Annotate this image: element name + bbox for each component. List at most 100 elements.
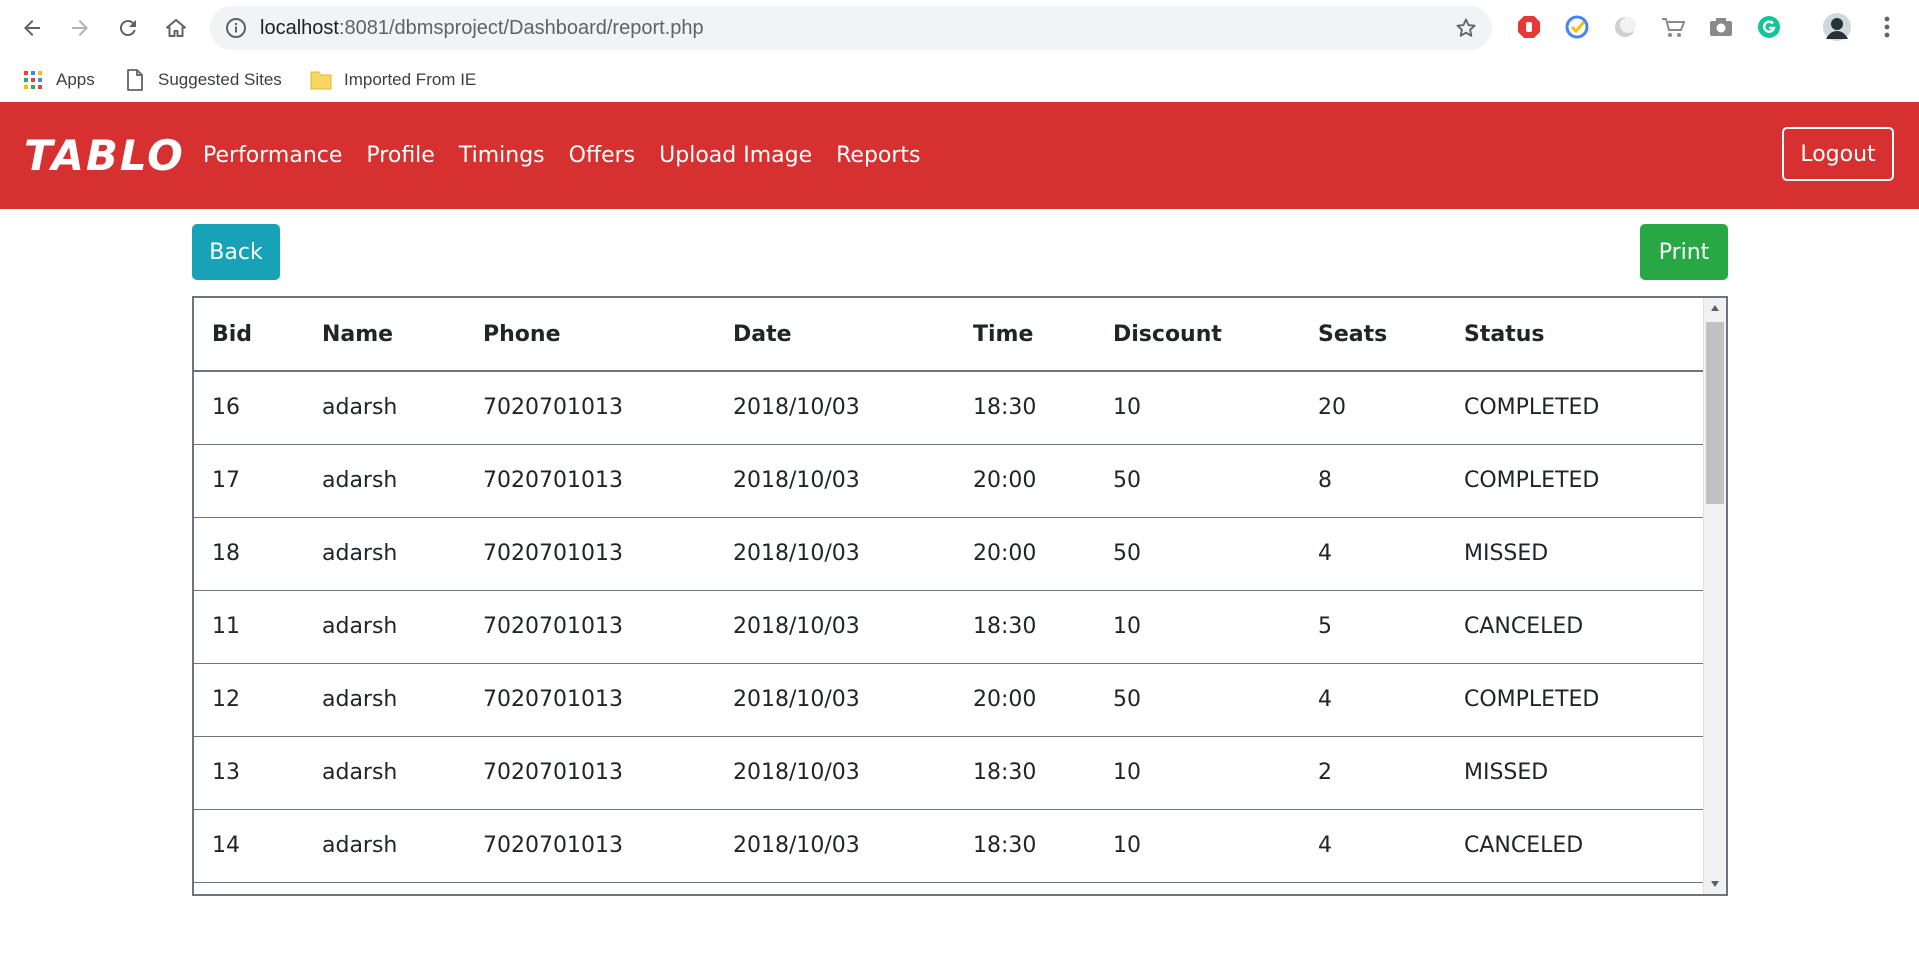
cell-seats: 5 [1300, 590, 1446, 664]
cell-date [715, 882, 955, 894]
cell-status: CANCELED [1446, 590, 1704, 664]
forward-arrow-icon[interactable] [62, 10, 98, 46]
cell-seats: 20 [1300, 371, 1446, 445]
cell-bid: 14 [194, 809, 304, 883]
cell-date: 2018/10/03 [715, 371, 955, 445]
cell-name: adarsh [304, 444, 465, 518]
table-scrollbar[interactable] [1703, 298, 1726, 894]
table-row: 13 adarsh 7020701013 2018/10/03 18:30 10… [194, 736, 1704, 810]
home-icon[interactable] [158, 10, 194, 46]
url-host: localhost [260, 17, 339, 39]
cell-bid: 17 [194, 444, 304, 518]
nav-link-upload-image[interactable]: Upload Image [659, 143, 812, 168]
moon-extension-icon[interactable] [1610, 12, 1640, 42]
table-row: 11 adarsh 7020701013 2018/10/03 18:30 10… [194, 590, 1704, 664]
cell-date: 2018/10/03 [715, 444, 955, 518]
cell-discount [1095, 882, 1300, 894]
cell-status: MISSED [1446, 736, 1704, 810]
info-icon[interactable] [224, 16, 248, 40]
cell-time: 18:30 [955, 590, 1095, 664]
column-header-time: Time [955, 298, 1095, 372]
cell-status: COMPLETED [1446, 444, 1704, 518]
camera-extension-icon[interactable] [1706, 12, 1736, 42]
reload-icon[interactable] [110, 10, 146, 46]
column-header-phone: Phone [465, 298, 715, 372]
cell-date: 2018/10/03 [715, 663, 955, 737]
cell-status: MISSED [1446, 517, 1704, 591]
cell-time: 20:00 [955, 663, 1095, 737]
nav-link-performance[interactable]: Performance [203, 143, 342, 168]
cell-bid: 11 [194, 590, 304, 664]
bookmark-apps[interactable]: Apps [22, 66, 95, 94]
report-table-container: Bid Name Phone Date Time Discount Seats … [192, 296, 1728, 896]
cell-discount: 10 [1095, 371, 1300, 445]
brand-logo[interactable]: TABLO [24, 102, 185, 209]
cell-seats: 8 [1300, 444, 1446, 518]
table-row: 14 adarsh 7020701013 2018/10/03 18:30 10… [194, 809, 1704, 883]
star-icon[interactable] [1452, 14, 1480, 42]
grammarly-extension-icon[interactable] [1754, 12, 1784, 42]
print-button[interactable]: Print [1640, 224, 1728, 280]
cell-date: 2018/10/03 [715, 736, 955, 810]
column-header-discount: Discount [1095, 298, 1300, 372]
cell-bid: 16 [194, 371, 304, 445]
cell-time: 18:30 [955, 809, 1095, 883]
cell-discount: 10 [1095, 736, 1300, 810]
cell-bid: 12 [194, 663, 304, 737]
adblock-extension-icon[interactable] [1514, 12, 1544, 42]
cell-name: adarsh [304, 371, 465, 445]
cell-seats: 4 [1300, 663, 1446, 737]
cell-phone: 7020701013 [465, 809, 715, 883]
bookmark-label: Suggested Sites [158, 70, 282, 89]
cell-bid: 18 [194, 517, 304, 591]
cell-status: CANCELED [1446, 809, 1704, 883]
logout-button[interactable]: Logout [1782, 127, 1894, 181]
cell-date: 2018/10/03 [715, 517, 955, 591]
cell-discount: 50 [1095, 517, 1300, 591]
cell-name [304, 882, 465, 894]
cell-phone [465, 882, 715, 894]
bookmark-suggested-sites[interactable]: Suggested Sites [124, 66, 282, 94]
back-button[interactable]: Back [192, 224, 280, 280]
table-row: 16 adarsh 7020701013 2018/10/03 18:30 10… [194, 371, 1704, 445]
cell-date: 2018/10/03 [715, 809, 955, 883]
task-check-extension-icon[interactable] [1562, 12, 1592, 42]
address-bar[interactable]: localhost:8081/dbmsproject/Dashboard/rep… [210, 6, 1492, 50]
column-header-name: Name [304, 298, 465, 372]
cart-extension-icon[interactable] [1658, 12, 1688, 42]
bookmark-label: Imported From IE [344, 70, 477, 89]
app-navbar: TABLO Performance Profile Timings Offers… [0, 102, 1919, 209]
cell-phone: 7020701013 [465, 736, 715, 810]
cell-status: COMPLETED [1446, 371, 1704, 445]
cell-phone: 7020701013 [465, 444, 715, 518]
cell-time: 18:30 [955, 736, 1095, 810]
cell-time: 18:30 [955, 371, 1095, 445]
nav-link-reports[interactable]: Reports [836, 143, 920, 168]
cell-bid: 13 [194, 736, 304, 810]
scrollbar-thumb[interactable] [1706, 322, 1724, 504]
nav-link-timings[interactable]: Timings [459, 143, 545, 168]
column-header-seats: Seats [1300, 298, 1446, 372]
nav-link-profile[interactable]: Profile [366, 143, 434, 168]
menu-kebab-icon[interactable] [1872, 12, 1902, 42]
cell-phone: 7020701013 [465, 590, 715, 664]
cell-discount: 50 [1095, 444, 1300, 518]
column-header-date: Date [715, 298, 955, 372]
cell-discount: 10 [1095, 809, 1300, 883]
cell-name: adarsh [304, 809, 465, 883]
report-table-viewport: Bid Name Phone Date Time Discount Seats … [194, 298, 1704, 894]
cell-name: adarsh [304, 736, 465, 810]
scroll-up-arrow-icon[interactable] [1704, 298, 1726, 318]
table-row [194, 882, 1704, 894]
back-arrow-icon[interactable] [14, 10, 50, 46]
table-row: 12 adarsh 7020701013 2018/10/03 20:00 50… [194, 663, 1704, 737]
scroll-down-arrow-icon[interactable] [1704, 874, 1726, 894]
nav-links: Performance Profile Timings Offers Uploa… [203, 102, 945, 209]
nav-link-offers[interactable]: Offers [569, 143, 636, 168]
table-row: 17 adarsh 7020701013 2018/10/03 20:00 50… [194, 444, 1704, 518]
avatar[interactable] [1822, 12, 1852, 42]
page-icon [124, 69, 146, 91]
bookmark-imported-from-ie[interactable]: Imported From IE [310, 66, 476, 94]
cell-discount: 10 [1095, 590, 1300, 664]
cell-date: 2018/10/03 [715, 590, 955, 664]
